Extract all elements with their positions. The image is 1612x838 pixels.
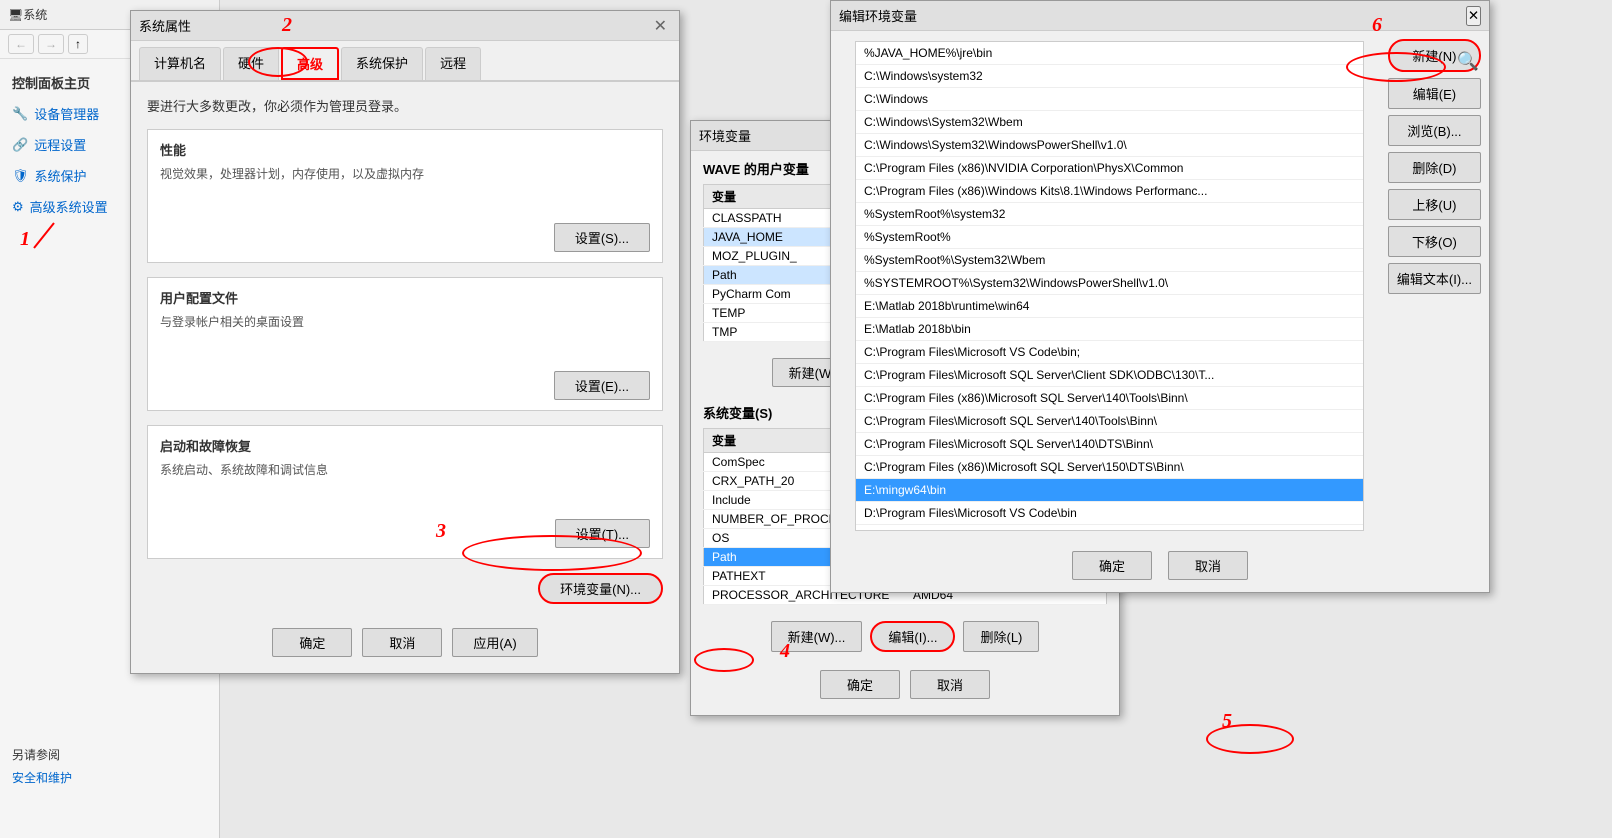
editenv-down-btn[interactable]: 下移(O) xyxy=(1388,226,1481,257)
path-item[interactable]: C:\Program Files (x86)\Windows Kits\8.1\… xyxy=(856,180,1363,203)
startup-body: 系统启动、系统故障和调试信息 xyxy=(160,461,650,511)
path-item[interactable]: %SystemRoot%\System32\Wbem xyxy=(856,249,1363,272)
tab-sysprot[interactable]: 系统保护 xyxy=(341,47,423,80)
userprofile-settings-btn[interactable]: 设置(E)... xyxy=(554,371,650,400)
path-item[interactable]: %SystemRoot%\system32 xyxy=(856,203,1363,226)
sysprop-bottom: 确定 取消 应用(A) xyxy=(131,618,679,673)
path-item[interactable]: D:\Program Files\Microsoft VS Code\bin xyxy=(856,502,1363,525)
path-item[interactable]: C:\Program Files (x86)\Microsoft SQL Ser… xyxy=(856,387,1363,410)
tab-computername[interactable]: 计算机名 xyxy=(139,47,221,80)
sidebar-item-label-protect: 系统保护 xyxy=(35,166,87,185)
footer-link-security[interactable]: 安全和维护 xyxy=(12,771,72,785)
tab-hardware[interactable]: 硬件 xyxy=(223,47,279,80)
path-item[interactable]: C:\Program Files\Microsoft SQL Server\14… xyxy=(856,433,1363,456)
startup-title: 启动和故障恢复 xyxy=(160,436,650,455)
advanced-icon: ⚙ xyxy=(12,199,24,215)
editenv-bottom: 确定 取消 xyxy=(831,541,1489,592)
path-item[interactable]: E:\mingw64\bin xyxy=(856,479,1363,502)
sysprop-title: 系统属性 xyxy=(139,16,191,35)
path-item[interactable]: %SystemRoot% xyxy=(856,226,1363,249)
editenv-del-btn[interactable]: 删除(D) xyxy=(1388,152,1481,183)
performance-section: 性能 视觉效果，处理器计划，内存使用，以及虚拟内存 设置(S)... xyxy=(147,129,663,263)
system-footer: 另请参阅 安全和维护 xyxy=(0,734,84,798)
path-item[interactable]: C:\Program Files\Microsoft VS Code\bin; xyxy=(856,341,1363,364)
envvar-btn[interactable]: 环境变量(N)... xyxy=(538,573,663,604)
protect-icon: 🛡 xyxy=(12,168,29,184)
sysprop-notice: 要进行大多数更改，你必须作为管理员登录。 xyxy=(147,96,663,115)
userprofile-title: 用户配置文件 xyxy=(160,288,650,307)
path-item[interactable]: C:\Windows\system32 xyxy=(856,65,1363,88)
sysprop-cancel-btn[interactable]: 取消 xyxy=(362,628,442,657)
editenv-dialog: 编辑环境变量 ✕ %JAVA_HOME%\jre\binC:\Windows\s… xyxy=(830,0,1490,593)
path-item[interactable]: C:\Windows xyxy=(856,88,1363,111)
envvar-sys-edit-btn[interactable]: 编辑(I)... xyxy=(870,621,955,652)
tab-remote[interactable]: 远程 xyxy=(425,47,481,80)
path-item[interactable]: C:\Windows\System32\WindowsPowerShell\v1… xyxy=(856,134,1363,157)
envvar-cancel-btn[interactable]: 取消 xyxy=(910,670,990,699)
sysprop-apply-btn[interactable]: 应用(A) xyxy=(452,628,537,657)
tab-advanced[interactable]: 高级 xyxy=(281,47,339,80)
editenv-up-btn[interactable]: 上移(U) xyxy=(1388,189,1481,220)
sysprop-content: 要进行大多数更改，你必须作为管理员登录。 性能 视觉效果，处理器计划，内存使用，… xyxy=(131,82,679,618)
envvar-sys-new-btn[interactable]: 新建(W)... xyxy=(771,621,863,652)
performance-title: 性能 xyxy=(160,140,650,159)
startup-section: 启动和故障恢复 系统启动、系统故障和调试信息 设置(T)... xyxy=(147,425,663,559)
sysprop-close-btn[interactable]: ✕ xyxy=(650,16,671,36)
annotation-5: 5 xyxy=(1222,710,1232,733)
path-item[interactable]: %SYSTEMROOT%\System32\WindowsPowerShell\… xyxy=(856,272,1363,295)
envvar-sys-del-btn[interactable]: 删除(L) xyxy=(963,621,1039,652)
performance-body: 视觉效果，处理器计划，内存使用，以及虚拟内存 xyxy=(160,165,650,215)
sidebar-item-label-remote: 远程设置 xyxy=(34,135,86,154)
nav-forward-btn[interactable]: → xyxy=(38,34,64,54)
sidebar-item-label-device: 设备管理器 xyxy=(34,104,99,123)
userprofile-body: 与登录帐户相关的桌面设置 xyxy=(160,313,650,363)
footer-heading: 另请参阅 xyxy=(12,746,72,763)
system-window-title: 系统 xyxy=(23,6,47,23)
sysprop-titlebar: 系统属性 ✕ xyxy=(131,11,679,41)
editenv-edit-btn[interactable]: 编辑(E) xyxy=(1388,78,1481,109)
path-list-container: %JAVA_HOME%\jre\binC:\Windows\system32C:… xyxy=(831,31,1388,541)
sidebar-item-label-advanced: 高级系统设置 xyxy=(30,197,108,216)
editenv-close-btn[interactable]: ✕ xyxy=(1466,6,1481,26)
sysprop-ok-btn[interactable]: 确定 xyxy=(272,628,352,657)
nav-up-btn[interactable]: ↑ xyxy=(68,34,88,54)
path-item[interactable]: E:\Matlab 2018b\runtime\win64 xyxy=(856,295,1363,318)
editenv-main: %JAVA_HOME%\jre\binC:\Windows\system32C:… xyxy=(831,31,1489,541)
path-item[interactable]: C:\Program Files\Microsoft SQL Server\Cl… xyxy=(856,364,1363,387)
path-list[interactable]: %JAVA_HOME%\jre\binC:\Windows\system32C:… xyxy=(855,41,1364,531)
userprofile-section: 用户配置文件 与登录帐户相关的桌面设置 设置(E)... xyxy=(147,277,663,411)
editenv-edittext-btn[interactable]: 编辑文本(I)... xyxy=(1388,263,1481,294)
editenv-ok-btn[interactable]: 确定 xyxy=(1072,551,1152,580)
system-window-icon: 🖥 xyxy=(8,8,23,22)
editenv-browse-btn[interactable]: 浏览(B)... xyxy=(1388,115,1481,146)
sysprop-tabs: 计算机名 硬件 高级 系统保护 远程 xyxy=(131,41,679,82)
envvar-sys-btns: 新建(W)... 编辑(I)... 删除(L) xyxy=(691,613,1119,660)
path-item[interactable]: C:\Program Files\Microsoft SQL Server\14… xyxy=(856,410,1363,433)
startup-settings-btn[interactable]: 设置(T)... xyxy=(555,519,650,548)
remote-icon: 🔗 xyxy=(12,137,28,153)
envvar-title: 环境变量 xyxy=(699,126,751,145)
editenv-title: 编辑环境变量 xyxy=(839,6,917,25)
path-item[interactable]: E:\Matlab 2018b\bin xyxy=(856,318,1363,341)
envvar-ok-btn[interactable]: 确定 xyxy=(820,670,900,699)
annotation-editbtn-circle xyxy=(1206,724,1294,754)
path-item[interactable]: C:\Program Files (x86)\NVIDIA Corporatio… xyxy=(856,157,1363,180)
path-item[interactable]: C:\Program Files (x86)\Microsoft SQL Ser… xyxy=(856,456,1363,479)
device-icon: 🔧 xyxy=(12,106,28,122)
search-icon[interactable]: 🔍 xyxy=(1457,51,1479,72)
editenv-titlebar: 编辑环境变量 ✕ xyxy=(831,1,1489,31)
envvar-bottom: 确定 取消 xyxy=(691,660,1119,715)
editenv-cancel-btn[interactable]: 取消 xyxy=(1168,551,1248,580)
path-item[interactable]: %JAVA_HOME%\jre\bin xyxy=(856,42,1363,65)
sysprop-dialog: 系统属性 ✕ 计算机名 硬件 高级 系统保护 远程 要进行大多数更改，你必须作为… xyxy=(130,10,680,674)
nav-back-btn[interactable]: ← xyxy=(8,34,34,54)
performance-settings-btn[interactable]: 设置(S)... xyxy=(554,223,650,252)
path-item[interactable]: C:\Windows\System32\Wbem xyxy=(856,111,1363,134)
